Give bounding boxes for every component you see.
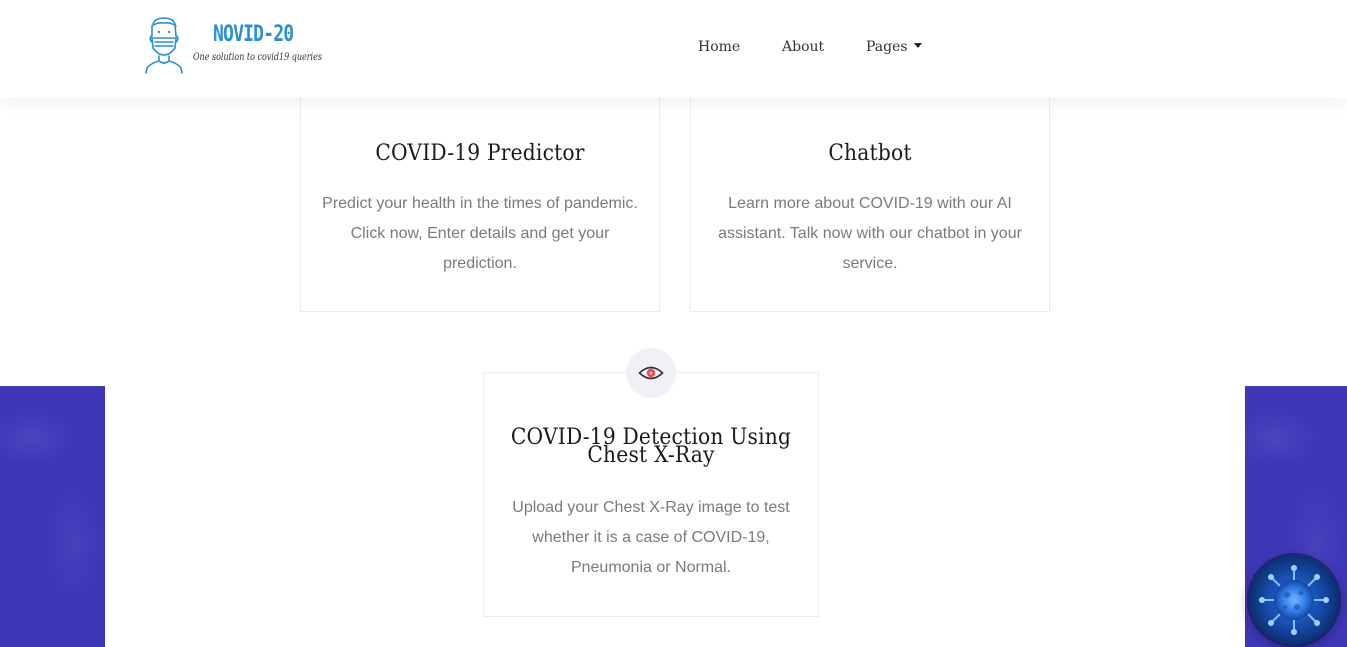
predictor-title: COVID-19 Predictor (375, 141, 585, 166)
eye-icon (626, 348, 676, 398)
logo-tagline: One solution to covid19 queries (193, 52, 322, 63)
nav-pages-label: Pages (866, 39, 908, 55)
eye-icon-graphic (638, 366, 664, 380)
xray-detection-card[interactable]: COVID-19 Detection Using Chest X-Ray Upl… (483, 348, 819, 617)
virus-chat-widget-button[interactable] (1249, 555, 1339, 645)
nav-about-link[interactable]: About (782, 39, 824, 55)
xray-description: Upload your Chest X-Ray image to test wh… (512, 499, 790, 576)
nav-pages-dropdown[interactable]: Pages (866, 39, 922, 55)
logo-title: NOVID-20 (213, 22, 294, 47)
virus-icon (1259, 565, 1329, 635)
site-logo[interactable]: NOVID-20 One solution to covid19 queries (143, 16, 322, 76)
masked-person-icon (145, 17, 183, 74)
predictor-description: Predict your health in the times of pand… (322, 195, 638, 272)
chatbot-description: Learn more about COVID-19 with our AI as… (718, 195, 1022, 272)
xray-title: COVID-19 Detection Using Chest X-Ray (510, 425, 792, 468)
chatbot-title: Chatbot (828, 141, 912, 166)
caret-down-icon (913, 42, 922, 48)
page: NOVID-20 One solution to covid19 queries… (0, 0, 1347, 647)
nav-home-link[interactable]: Home (698, 39, 740, 55)
purple-band-left (0, 386, 105, 647)
site-header: NOVID-20 One solution to covid19 queries… (0, 0, 1347, 98)
